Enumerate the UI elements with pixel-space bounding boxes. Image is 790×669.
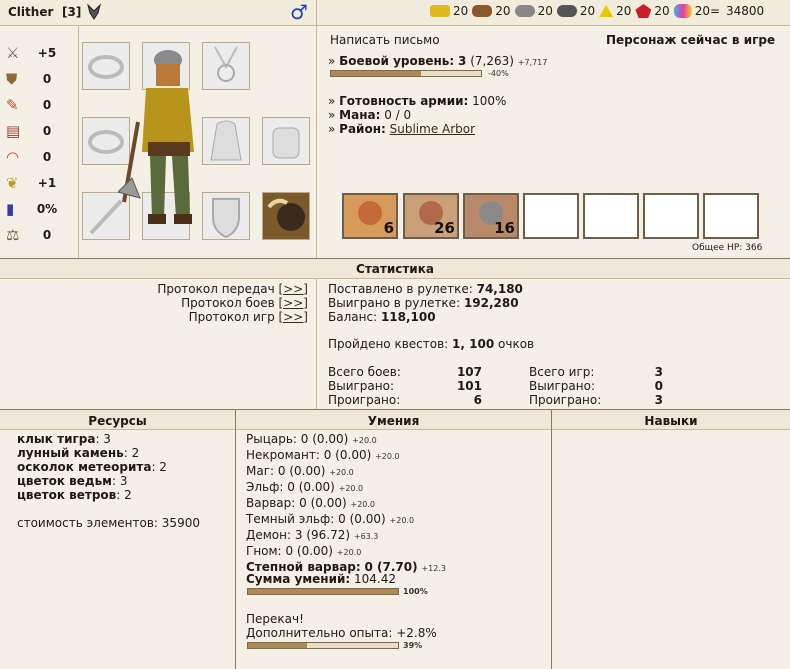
resource-item: цветок ведьм: 3 <box>17 474 128 488</box>
skill-item: Демон: 3 (96.72) +63.3 <box>246 528 379 542</box>
knowledge-icon: ▤ <box>6 122 21 140</box>
extra-exp: Дополнительно опыта: +2.8% <box>246 626 437 640</box>
skill-item: Маг: 0 (0.00) +20.0 <box>246 464 354 478</box>
wood-icon <box>472 5 493 17</box>
skill-item: Эльф: 0 (0.00) +20.0 <box>246 480 364 494</box>
spellpower-icon: ✎ <box>6 96 19 114</box>
slot-amulet[interactable] <box>202 42 250 90</box>
stat-luck: ◠ 0 <box>6 148 52 166</box>
extra-exp-percent: 39% <box>403 641 423 650</box>
army-ready-row: » Готовность армии: 100% <box>328 94 507 108</box>
total-hp: Общее HP: 366 <box>692 243 763 253</box>
skills-sum: Сумма умений: 104.42 <box>246 572 397 586</box>
resource-total: 34800 <box>726 4 765 18</box>
mana-row: » Мана: 0 / 0 <box>328 108 412 122</box>
skills-list: Рыцарь: 0 (0.00) +20.0 Некромант: 0 (0.0… <box>246 432 446 576</box>
skill-item: Некромант: 0 (0.00) +20.0 <box>246 448 400 462</box>
resources-title: Ресурсы <box>88 414 147 428</box>
district-row: » Район: Sublime Arbor <box>328 122 476 136</box>
resource-gold: 20 <box>430 4 468 18</box>
skill-item: Гном: 0 (0.00) +20.0 <box>246 544 362 558</box>
slot-cloak[interactable] <box>202 117 250 165</box>
morale-icon: ❦ <box>6 174 19 192</box>
talents-title: Навыки <box>644 414 698 428</box>
army-slot-5[interactable] <box>583 193 639 239</box>
game-log-row: Протокол игр [>>] <box>188 310 308 324</box>
luck-icon: ◠ <box>6 148 20 166</box>
stat-morale: ❦ +1 <box>6 174 57 192</box>
slot-backpack[interactable] <box>262 117 310 165</box>
sulfur-icon <box>599 5 614 17</box>
resource-crystal: 20 <box>635 4 670 18</box>
battle-log-row: Протокол боев [>>] <box>181 296 308 310</box>
skill-item: Рыцарь: 0 (0.00) +20.0 <box>246 432 377 446</box>
resource-sulfur: 20 <box>599 4 631 18</box>
statistics-links: Протокол передач [>>] Протокол боев [>>]… <box>0 282 308 324</box>
character-name[interactable]: Clither <box>8 5 53 19</box>
game-stats: Всего игр: 3 Выиграно: 0 Проиграно: 3 <box>529 365 663 407</box>
attack-icon: ⚔ <box>6 44 20 62</box>
defense-icon: ⛊ <box>6 70 18 88</box>
skills-sum-percent: 100% <box>403 587 428 596</box>
resource-mercury: 20 <box>556 4 595 18</box>
combat-exp-bar <box>330 70 482 77</box>
stat-attack: ⚔ +5 <box>6 44 57 62</box>
army-slot-3[interactable]: 16 <box>463 193 519 239</box>
district-link[interactable]: Sublime Arbor <box>390 122 475 136</box>
battle-stats: Всего боев: 107 Выиграно: 101 Проиграно: 6 <box>328 365 482 407</box>
stat-mana: ▮ 0% <box>6 200 58 218</box>
army-slot-6[interactable] <box>643 193 699 239</box>
guild-icon[interactable] <box>86 3 102 21</box>
statistics-title: Статистика <box>356 262 434 276</box>
resource-item: клык тигра: 3 <box>17 432 111 446</box>
ore-icon <box>514 5 535 17</box>
mercury-icon <box>556 5 577 17</box>
skills-title: Умения <box>367 414 420 428</box>
stat-initiative: ⚖ 0 <box>6 226 52 244</box>
army-slot-1[interactable]: 6 <box>342 193 398 239</box>
initiative-icon: ⚖ <box>6 226 20 244</box>
character-level: [3] <box>62 5 82 19</box>
battle-log-link[interactable]: [>>] <box>279 296 308 310</box>
slot-pet[interactable] <box>262 192 310 240</box>
stat-spellpower: ✎ 0 <box>6 96 52 114</box>
overflow-label: Перекач! <box>246 612 304 626</box>
resource-item: лунный камень: 2 <box>17 446 140 460</box>
resources-list: клык тигра: 3 лунный камень: 2 осколок м… <box>17 432 167 502</box>
gems-icon <box>673 4 692 18</box>
army-slot-7[interactable] <box>703 193 759 239</box>
stat-defense: ⛊ 0 <box>6 70 52 88</box>
elements-cost: стоимость элементов: 35900 <box>17 516 200 530</box>
skill-item: Темный эльф: 0 (0.00) +20.0 <box>246 512 415 526</box>
mana-icon: ▮ <box>6 200 15 218</box>
resource-ore: 20 <box>514 4 553 18</box>
resource-gems: 20= <box>673 4 720 18</box>
resource-item: цветок ветров: 2 <box>17 488 132 502</box>
army-slot-2[interactable]: 26 <box>403 193 459 239</box>
crystal-icon <box>635 4 652 18</box>
resource-bar: 20 20 20 20 20 20 20= 34800 <box>430 4 764 18</box>
gold-icon <box>430 5 450 17</box>
character-avatar[interactable] <box>117 42 204 242</box>
combat-exp-percent: -40% <box>488 69 509 78</box>
army-slot-4[interactable] <box>523 193 579 239</box>
write-letter-link[interactable]: Написать письмо <box>330 33 440 47</box>
extra-exp-bar <box>247 642 399 649</box>
stat-knowledge: ▤ 0 <box>6 122 52 140</box>
skill-item: Варвар: 0 (0.00) +20.0 <box>246 496 375 510</box>
transfer-log-link[interactable]: [>>] <box>279 282 308 296</box>
transfer-log-row: Протокол передач [>>] <box>157 282 308 296</box>
slot-shield[interactable] <box>202 192 250 240</box>
resource-item: осколок метеорита: 2 <box>17 460 167 474</box>
resource-wood: 20 <box>472 4 511 18</box>
stats-column: ⚔ +5 ⛊ 0 ✎ 0 ▤ 0 ◠ 0 ❦ +1 ▮ 0% ⚖ 0 <box>0 40 78 248</box>
quests-stat: Пройдено квестов: 1, 100 очков <box>328 337 535 351</box>
combat-level-row: » Боевой уровень: 3 (7,263) +7,717 <box>328 54 548 68</box>
game-log-link[interactable]: [>>] <box>279 310 308 324</box>
skills-sum-bar <box>247 588 399 595</box>
roulette-stats: Поставлено в рулетке: 74,180 Выиграно в … <box>328 282 523 324</box>
male-icon: ♂ <box>290 0 308 24</box>
online-status: Персонаж сейчас в игре <box>606 33 776 47</box>
